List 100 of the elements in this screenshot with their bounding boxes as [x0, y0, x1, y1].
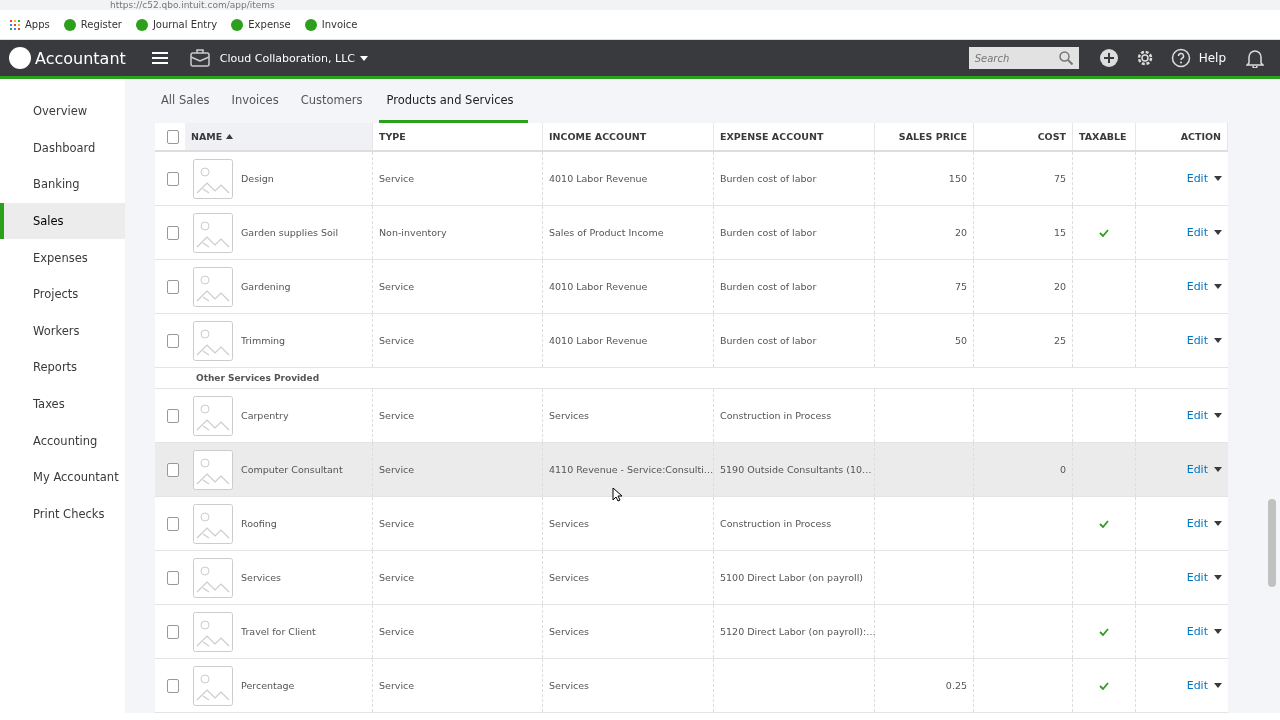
sidebar-item[interactable]: Projects — [0, 275, 125, 313]
caret-icon[interactable] — [1214, 575, 1222, 580]
column-header[interactable]: SALES PRICE — [875, 123, 974, 150]
briefcase-icon[interactable] — [189, 49, 210, 67]
scrollbar[interactable] — [1268, 499, 1276, 587]
bookmark-link[interactable]: Invoice — [304, 18, 358, 31]
income-account-text: Services — [549, 626, 590, 637]
cost-text: 20 — [1053, 281, 1066, 292]
caret-icon[interactable] — [1214, 230, 1222, 235]
caret-icon[interactable] — [1214, 467, 1222, 472]
column-header[interactable]: NAME — [185, 123, 373, 150]
edit-link[interactable]: Edit — [1186, 679, 1208, 692]
search-field[interactable]: Search — [968, 47, 1079, 69]
cost-text: 15 — [1053, 227, 1066, 238]
table-row[interactable]: Design Service 4010 Labor Revenue Burden cost of labor 150 75 Edit — [155, 152, 1228, 206]
image-placeholder-icon — [193, 503, 233, 544]
row-checkbox[interactable] — [167, 225, 179, 240]
row-checkbox[interactable] — [167, 462, 179, 477]
column-header[interactable]: COST — [974, 123, 1073, 150]
edit-link[interactable]: Edit — [1186, 226, 1208, 239]
table-row[interactable]: Gardening Service 4010 Labor Revenue Burden cost of labor 75 20 Edit — [155, 260, 1228, 314]
help-link[interactable]: Help — [1198, 51, 1226, 65]
column-header[interactable]: TAXABLE — [1073, 123, 1136, 150]
help-icon[interactable] — [1170, 48, 1191, 68]
income-account-text: 4010 Labor Revenue — [549, 281, 648, 292]
tab[interactable]: All Sales — [155, 79, 218, 123]
sidebar-item[interactable]: Banking — [0, 166, 125, 203]
cost-text: 75 — [1053, 173, 1066, 184]
image-placeholder-icon — [193, 158, 233, 199]
type-text: Service — [379, 410, 415, 421]
row-checkbox[interactable] — [167, 408, 179, 423]
bookmark-link[interactable]: Journal Entry — [135, 18, 218, 31]
bell-icon[interactable] — [1246, 48, 1264, 68]
edit-link[interactable]: Edit — [1186, 571, 1208, 584]
column-header[interactable]: INCOME ACCOUNT — [543, 123, 714, 150]
column-header[interactable]: TYPE — [373, 123, 543, 150]
tab[interactable]: Invoices — [225, 79, 287, 123]
edit-link[interactable]: Edit — [1186, 517, 1208, 530]
caret-icon[interactable] — [1214, 413, 1222, 418]
tab[interactable]: Customers — [294, 79, 371, 123]
row-checkbox[interactable] — [167, 624, 179, 639]
search-icon[interactable] — [1058, 51, 1073, 65]
select-all-checkbox[interactable] — [167, 129, 179, 144]
expense-account-text: Construction in Process — [720, 518, 832, 529]
row-checkbox[interactable] — [167, 171, 179, 186]
edit-link[interactable]: Edit — [1186, 409, 1208, 422]
edit-link[interactable]: Edit — [1186, 172, 1208, 185]
row-checkbox[interactable] — [167, 333, 179, 348]
image-placeholder-icon — [193, 557, 233, 598]
sidebar-item[interactable]: Sales — [0, 202, 125, 240]
sales-price-text: 20 — [954, 227, 967, 238]
caret-icon[interactable] — [1214, 629, 1222, 634]
product-logo[interactable]: Accountant — [9, 47, 126, 69]
sidebar-item[interactable]: Overview — [0, 93, 125, 130]
apps-grid-icon — [10, 19, 20, 30]
sales-price-text: 0.25 — [945, 680, 967, 691]
column-header[interactable]: EXPENSE ACCOUNT — [714, 123, 875, 150]
type-text: Service — [379, 464, 415, 475]
expense-account-text: 5100 Direct Labor (on payroll) — [720, 572, 864, 583]
row-checkbox[interactable] — [167, 279, 179, 294]
plus-icon[interactable] — [1098, 48, 1119, 68]
menu-icon[interactable] — [151, 51, 168, 65]
sidebar-item[interactable]: Taxes — [0, 385, 125, 423]
edit-link[interactable]: Edit — [1186, 463, 1208, 476]
sidebar-item[interactable]: Expenses — [0, 239, 125, 276]
table-row[interactable]: Services Service Services 5100 Direct Labor (on payroll) Edit — [155, 551, 1228, 605]
bookmark-link[interactable]: Register — [63, 18, 122, 31]
item-name: Roofing — [241, 518, 277, 529]
caret-icon[interactable] — [1214, 176, 1222, 181]
sidebar-item[interactable]: Workers — [0, 312, 125, 350]
caret-icon[interactable] — [1214, 338, 1222, 343]
image-placeholder-icon — [193, 266, 233, 307]
url-text[interactable]: https://c52.qbo.intuit.com/app/items — [110, 0, 275, 10]
caret-icon[interactable] — [1214, 683, 1222, 688]
company-dropdown[interactable]: Cloud Collaboration, LLC — [219, 51, 368, 65]
bookmark-link[interactable]: Expense — [231, 18, 291, 31]
type-text: Service — [379, 518, 415, 529]
sidebar-item[interactable]: Reports — [0, 349, 125, 386]
bookmark-link[interactable]: Apps — [10, 19, 50, 30]
table-row[interactable]: Roofing Service Services Construction in Process Edit — [155, 497, 1228, 551]
row-checkbox[interactable] — [167, 678, 179, 693]
table-row[interactable]: Garden supplies Soil Non-inventory Sales of Product Income Burden cost of labor 20 15 Edit — [155, 206, 1228, 260]
row-checkbox[interactable] — [167, 570, 179, 585]
sidebar-item[interactable]: My Accountant — [0, 458, 125, 496]
edit-link[interactable]: Edit — [1186, 625, 1208, 638]
sidebar-item[interactable]: Print Checks — [0, 495, 125, 533]
table-row[interactable]: Trimming Service 4010 Labor Revenue Burden cost of labor 50 25 Edit — [155, 314, 1228, 368]
expense-account-text: Burden cost of labor — [720, 173, 817, 184]
edit-link[interactable]: Edit — [1186, 280, 1208, 293]
table-row[interactable]: Computer Consultant Service 4110 Revenue - Service:Consulti… 5190 Outside Consultants (10… 0 Edit — [155, 443, 1228, 497]
caret-icon[interactable] — [1214, 284, 1222, 289]
table-row[interactable]: Travel for Client Service Services 5120 Direct Labor (on payroll):… Edit — [155, 605, 1228, 659]
column-header[interactable]: ACTION — [1136, 123, 1228, 150]
table-row[interactable]: Carpentry Service Services Construction in Process Edit — [155, 389, 1228, 443]
sidebar-item[interactable]: Accounting — [0, 422, 125, 459]
row-checkbox[interactable] — [167, 516, 179, 531]
caret-icon[interactable] — [1214, 521, 1222, 526]
edit-link[interactable]: Edit — [1186, 334, 1208, 347]
table-row[interactable]: Percentage Service Services 0.25 Edit — [155, 659, 1228, 713]
sidebar-item[interactable]: Dashboard — [0, 129, 125, 167]
